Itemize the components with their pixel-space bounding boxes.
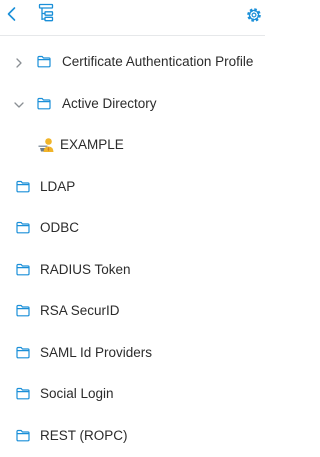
tree-item-label: Certificate Authentication Profile [62,53,253,71]
ad-domain-icon [37,136,55,153]
tree-item-odbc[interactable]: ODBC [0,208,265,250]
folder-icon [16,263,30,276]
tree-item-example[interactable]: EXAMPLE [0,125,265,167]
tree-item-label: Active Directory [62,95,157,113]
tree-item-label: SAML Id Providers [40,344,152,362]
tree-item-rsa-securid[interactable]: RSA SecurID [0,291,265,333]
folder-icon [16,304,30,317]
tree-item-saml-id-providers[interactable]: SAML Id Providers [0,333,265,375]
folder-icon [16,387,30,400]
chevron-right-icon[interactable] [13,56,25,68]
tree-item-label: ODBC [40,219,79,237]
tree-item-radius-token[interactable]: RADIUS Token [0,250,265,292]
tree-item-active-directory[interactable]: Active Directory [0,84,265,126]
toolbar [0,0,265,36]
tree-item-label: Social Login [40,385,114,403]
folder-icon [16,346,30,359]
tree-item-certificate-authentication-profile[interactable]: Certificate Authentication Profile [0,42,265,84]
folder-icon [16,180,30,193]
gear-icon[interactable] [244,5,264,25]
tree-item-label: EXAMPLE [60,136,124,154]
tree-item-rest-ropc[interactable]: REST (ROPC) [0,416,265,457]
authentication-sources-tree: Certificate Authentication Profile Activ… [0,42,265,457]
tree-item-label: RADIUS Token [40,261,131,279]
chevron-left-icon[interactable] [4,5,20,23]
folder-icon [37,55,51,68]
tree-item-label: RSA SecurID [40,302,120,320]
tree-item-social-login[interactable]: Social Login [0,374,265,416]
chevron-down-icon[interactable] [13,98,25,110]
folder-icon [37,97,51,110]
tree-item-label: REST (ROPC) [40,427,128,445]
tree-item-label: LDAP [40,178,75,196]
folder-icon [16,221,30,234]
folder-icon [16,429,30,442]
tree-view-icon[interactable] [38,3,54,23]
tree-item-ldap[interactable]: LDAP [0,167,265,209]
